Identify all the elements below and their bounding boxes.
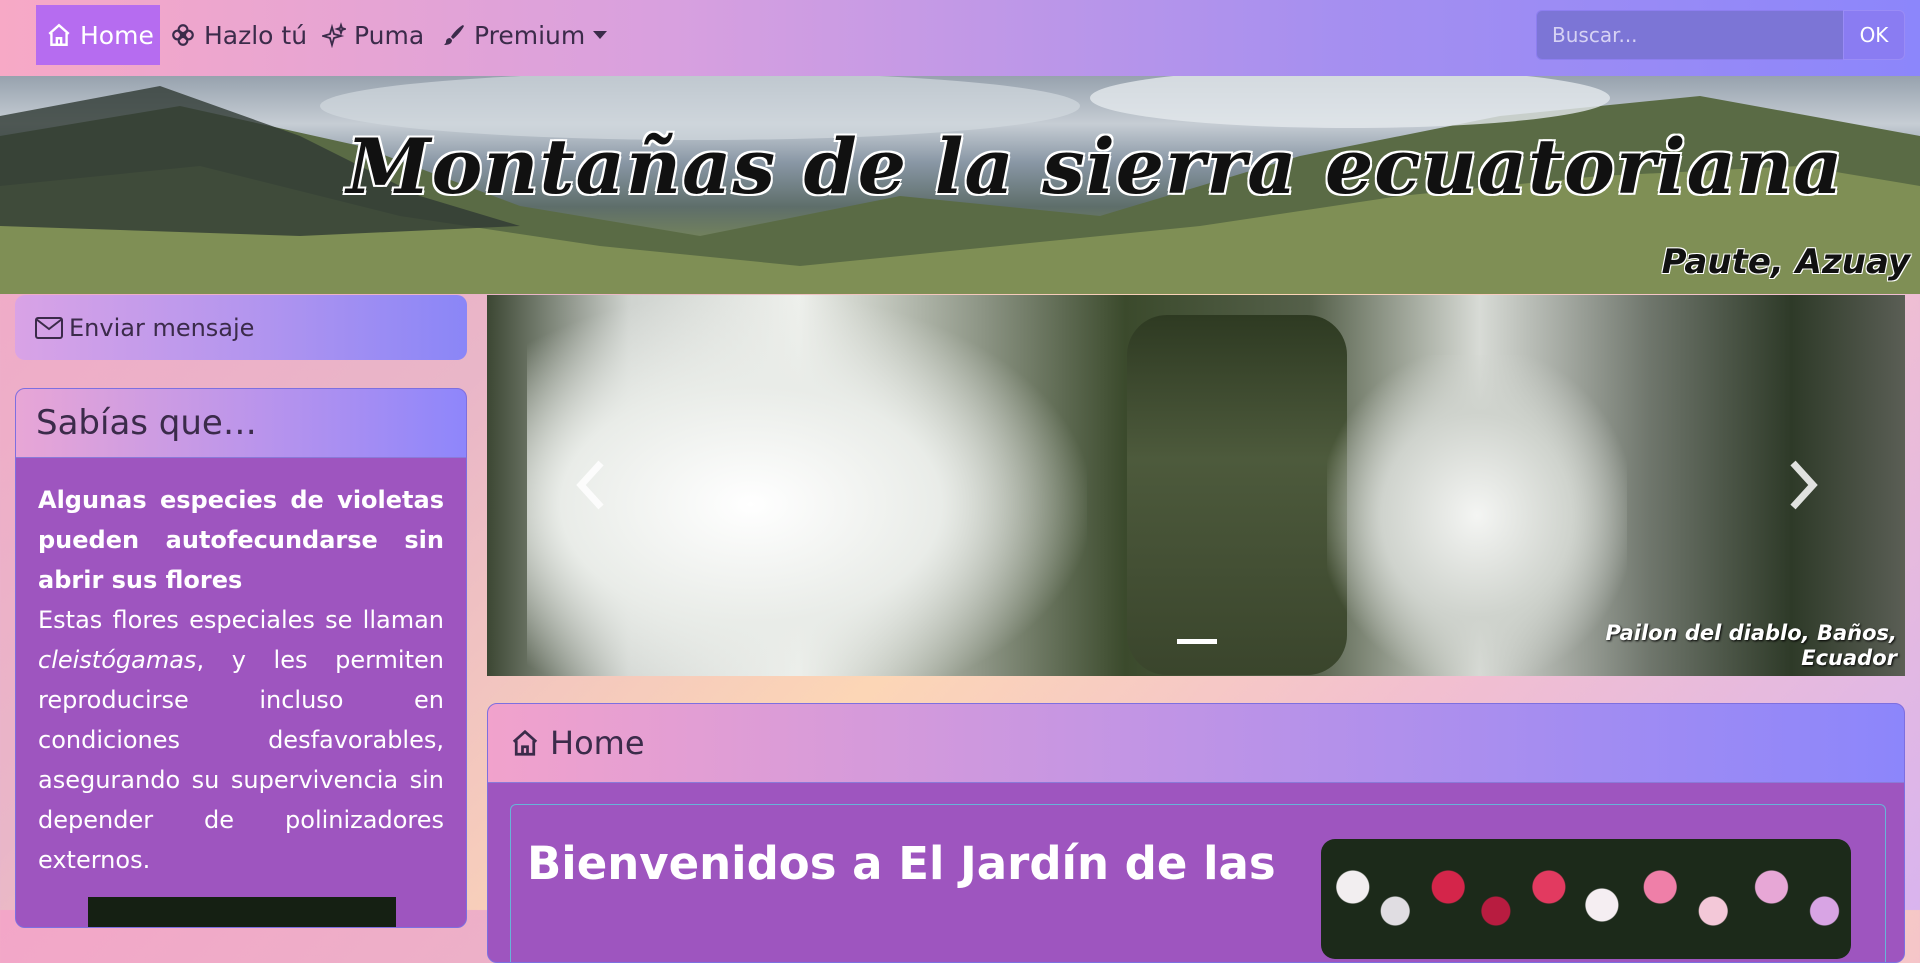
sparkles-icon <box>322 22 346 48</box>
home-card-header: Home <box>488 704 1904 783</box>
home-card-title: Home <box>550 724 645 762</box>
did-you-know-heading: Sabías que… <box>16 389 466 458</box>
nav-home-label: Home <box>80 20 154 50</box>
banner-caption: Paute, Azuay <box>1661 242 1910 282</box>
cliff-image <box>1127 315 1347 675</box>
house-icon <box>48 23 70 46</box>
house-icon <box>512 729 538 756</box>
chevron-right-icon <box>1790 460 1818 510</box>
home-card: Home Bienvenidos a El Jardín de las <box>487 703 1905 963</box>
tulips-image <box>1321 839 1851 959</box>
chevron-left-icon <box>576 460 604 510</box>
did-you-know-body: Algunas especies de violetas pueden auto… <box>16 458 466 880</box>
nav-puma[interactable]: Puma <box>322 5 424 65</box>
waterfall-image <box>527 295 1087 676</box>
image-carousel: Pailon del diablo, Baños, Ecuador <box>487 295 1905 676</box>
flower-icon <box>172 24 194 46</box>
carousel-indicator-active[interactable] <box>1177 639 1217 644</box>
welcome-section: Bienvenidos a El Jardín de las <box>510 804 1886 962</box>
carousel-caption: Pailon del diablo, Baños, Ecuador <box>1605 621 1897 670</box>
did-you-know-card: Sabías que… Algunas especies de violetas… <box>15 388 467 928</box>
search-input[interactable] <box>1536 10 1844 60</box>
fact-text: Estas flores especiales se llaman cleist… <box>38 606 444 874</box>
sidebar-image <box>88 897 396 927</box>
chevron-down-icon <box>593 31 608 39</box>
carousel-prev-button[interactable] <box>571 455 611 515</box>
nav-hazlo-tu-label: Hazlo tú <box>204 20 308 50</box>
nav-puma-label: Puma <box>354 20 425 50</box>
brush-icon <box>444 25 464 45</box>
banner-title: Montañas de la sierra ecuatoriana <box>346 122 1844 211</box>
welcome-heading: Bienvenidos a El Jardín de las <box>527 837 1276 890</box>
navbar: Home Hazlo tú Puma Premium OK <box>0 0 1920 76</box>
send-message-button[interactable]: Enviar mensaje <box>15 295 467 360</box>
nav-hazlo-tu[interactable]: Hazlo tú <box>170 5 307 65</box>
nav-premium-label: Premium <box>474 20 586 50</box>
carousel-next-button[interactable] <box>1783 455 1823 515</box>
search-button[interactable]: OK <box>1843 10 1905 60</box>
fact-title: Algunas especies de violetas pueden auto… <box>38 486 444 594</box>
nav-home[interactable]: Home <box>36 5 160 65</box>
send-message-label: Enviar mensaje <box>69 313 255 342</box>
nav-premium-dropdown[interactable]: Premium <box>442 5 608 65</box>
envelope-icon <box>35 316 63 339</box>
banner-image: Montañas de la sierra ecuatoriana Paute,… <box>0 76 1920 294</box>
